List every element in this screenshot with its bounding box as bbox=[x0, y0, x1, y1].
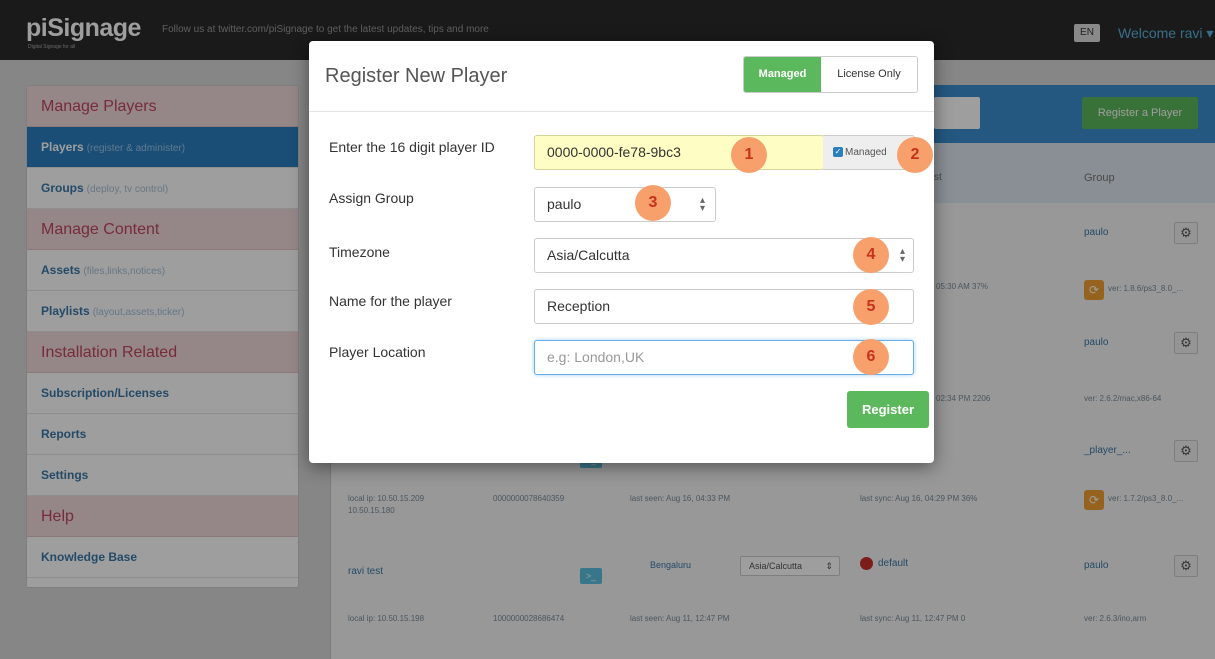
timezone-select-value: Asia/Calcutta bbox=[547, 247, 630, 263]
annotation-badge-2: 2 bbox=[897, 137, 933, 173]
group-label: Assign Group bbox=[329, 190, 414, 206]
player-id-input[interactable]: 0000-0000-fe78-9bc3 bbox=[534, 135, 824, 170]
player-location-label: Player Location bbox=[329, 344, 426, 360]
mode-toggle: Managed License Only bbox=[743, 56, 918, 93]
annotation-badge-4: 4 bbox=[853, 237, 889, 273]
register-button[interactable]: Register bbox=[847, 391, 929, 428]
select-arrows-icon: ▴ ▾ bbox=[899, 246, 905, 265]
annotation-badge-1: 1 bbox=[731, 137, 767, 173]
select-arrows-icon: ▴ ▾ bbox=[699, 195, 705, 214]
timezone-label: Timezone bbox=[329, 244, 390, 260]
player-name-label: Name for the player bbox=[329, 293, 452, 309]
checkbox-checked-icon[interactable]: ✓ bbox=[833, 147, 843, 158]
player-id-label: Enter the 16 digit player ID bbox=[329, 139, 495, 155]
modal-divider bbox=[309, 111, 934, 112]
modal-title: Register New Player bbox=[325, 65, 508, 87]
license-only-toggle-button[interactable]: License Only bbox=[821, 57, 917, 92]
group-select[interactable]: paulo ▴ ▾ bbox=[534, 187, 716, 222]
annotation-badge-3: 3 bbox=[635, 185, 671, 221]
register-player-modal: Register New Player Managed License Only… bbox=[309, 41, 934, 463]
managed-toggle-button[interactable]: Managed bbox=[744, 57, 821, 92]
annotation-badge-5: 5 bbox=[853, 289, 889, 325]
annotation-badge-6: 6 bbox=[853, 339, 889, 375]
managed-checkbox-label: Managed bbox=[845, 147, 887, 158]
group-select-value: paulo bbox=[547, 196, 582, 212]
